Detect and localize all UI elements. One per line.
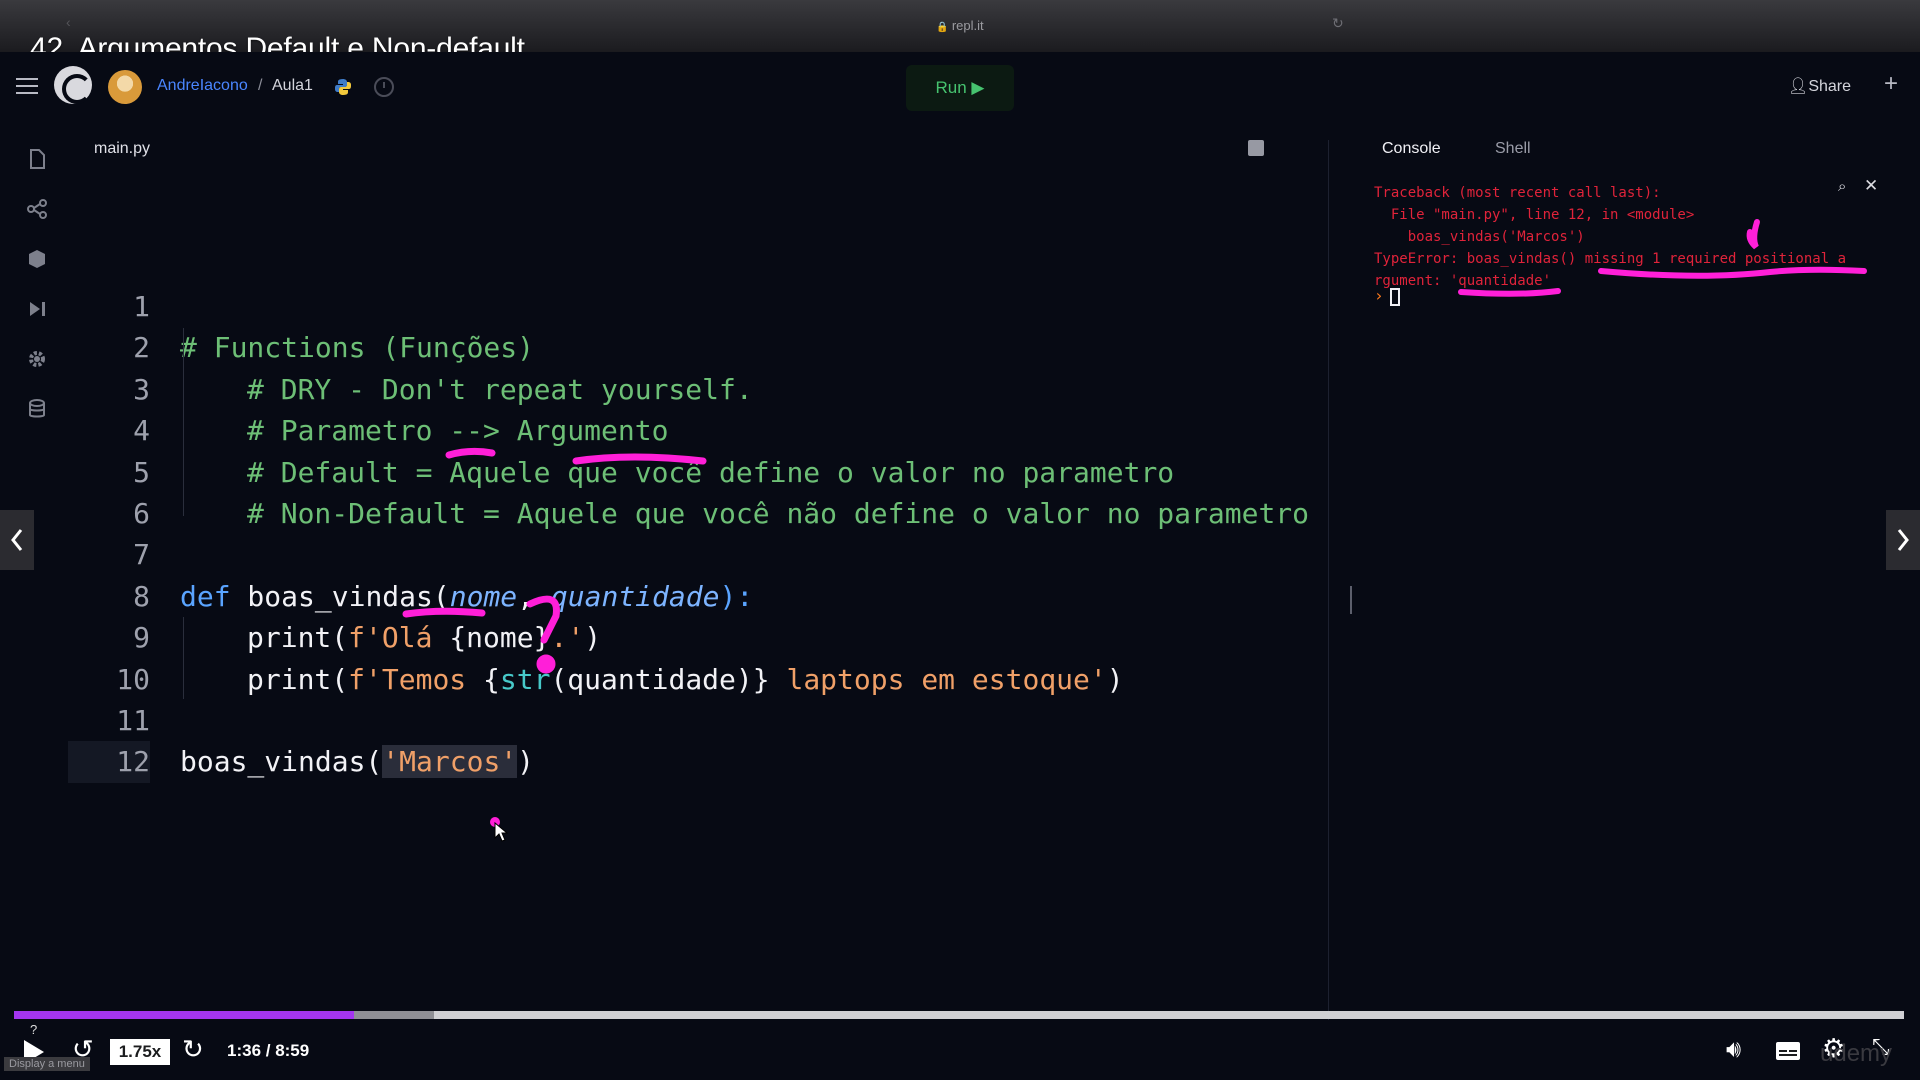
browser-url-text: repl.it (951, 18, 984, 33)
code-function-name: boas_vindas( (230, 579, 450, 613)
line-number: 2 (133, 331, 150, 365)
avatar[interactable] (108, 70, 142, 104)
files-icon[interactable] (26, 148, 48, 170)
line-number: 3 (133, 372, 150, 406)
console-pane: Console Shell ⌕ ✕ Traceback (most recent… (1330, 120, 1920, 1000)
code-comment: # Non-Default = Aquele que você não defi… (247, 496, 1310, 530)
line-number: 11 (116, 703, 150, 737)
progress-played (14, 1011, 355, 1019)
code-fstring: f'Olá (348, 621, 450, 655)
code-call-line: boas_vindas('Marcos') (180, 741, 534, 782)
captions-icon[interactable] (1775, 1041, 1801, 1061)
code-close-paren: ) (1106, 662, 1124, 696)
left-rail (0, 120, 70, 820)
code-def-end: ): (719, 579, 754, 613)
code-separator: , (517, 579, 551, 613)
code-comment: # DRY - Don't repeat yourself. (247, 372, 753, 406)
replit-header: AndreIacono / Aula1 Run ▶ 👤︎Share + (0, 52, 1920, 120)
code-param-quantidade: quantidade (550, 579, 720, 613)
breadcrumb-repl-name[interactable]: Aula1 (272, 77, 313, 95)
close-icon[interactable]: ✕ (1864, 176, 1878, 196)
code-expr: {nome} (449, 621, 551, 655)
console-output: Traceback (most recent call last): File … (1374, 185, 1847, 289)
lock-icon: 🔒 (936, 22, 949, 33)
line-number: 10 (116, 662, 150, 696)
code-keyword: def (180, 579, 231, 613)
breadcrumb-separator: / (258, 77, 263, 94)
code-fstring-tail: .' (550, 621, 585, 655)
previous-lecture-button[interactable] (0, 510, 34, 570)
code-builtin-str: str (499, 662, 551, 696)
forward-icon[interactable]: ↻ (182, 1034, 204, 1065)
file-tab-main[interactable]: main.py (94, 140, 150, 158)
plus-icon[interactable]: + (1884, 70, 1898, 98)
code-fstring-tail: laptops em estoque' (769, 662, 1107, 696)
code-close-paren: ) (517, 745, 535, 779)
line-number: 4 (133, 414, 150, 448)
code-def-line: def boas_vindas(nome, quantidade): (180, 576, 753, 617)
code-comment: # Functions (Funções) (180, 331, 535, 365)
indent-guide (183, 617, 184, 699)
breadcrumb-user[interactable]: AndreIacono (157, 77, 248, 95)
person-plus-icon: 👤︎ (1788, 78, 1809, 95)
pane-divider[interactable] (1328, 140, 1329, 1020)
python-icon (335, 79, 351, 95)
code-print-line: print(f'Olá {nome}.') (247, 617, 601, 658)
line-number: 8 (133, 579, 150, 613)
code-arg-marcos: 'Marcos' (382, 745, 518, 779)
code-comment: # Default = Aquele que você define o val… (247, 455, 1175, 489)
editor-menu-icon[interactable] (1248, 140, 1264, 156)
volume-icon[interactable]: 🔊︎ (1726, 1036, 1741, 1064)
video-progress-bar[interactable] (14, 1011, 1904, 1019)
hamburger-menu-icon[interactable] (16, 78, 38, 94)
code-editor[interactable]: main.py 1 2 # Functions (Funções) 3 # DRY … (68, 120, 1328, 1000)
line-number: 5 (133, 455, 150, 489)
tab-shell[interactable]: Shell (1495, 140, 1531, 158)
browser-url[interactable]: 🔒 repl.it (0, 18, 1920, 33)
playback-speed-button[interactable]: 1.75x (110, 1039, 170, 1065)
line-number-active: 12 (68, 741, 150, 783)
settings-gear-icon[interactable] (26, 348, 48, 370)
code-close-paren: ) (584, 621, 602, 655)
menu-tooltip: Display a menu (4, 1057, 90, 1071)
code-call: boas_vindas( (180, 745, 383, 779)
reload-icon[interactable]: ↻ (1332, 15, 1344, 32)
line-number: 7 (133, 538, 150, 572)
indent-guide (183, 328, 184, 516)
share-nodes-icon[interactable] (26, 198, 48, 220)
code-print-line: print(f'Temos {str(quantidade)} laptops … (247, 659, 1124, 700)
share-button[interactable]: 👤︎Share (1788, 76, 1851, 96)
udemy-watermark: udemy (1820, 1040, 1893, 1067)
time-display: 1:36 / 8:59 (227, 1041, 310, 1060)
code-expr: (quantidade)} (550, 662, 770, 696)
tab-console[interactable]: Console (1382, 140, 1441, 158)
code-fstring: f'Temos (348, 662, 484, 696)
code-brace: { (483, 662, 500, 696)
video-controls: ↺ 1.75x ↻ 1:36 / 8:59 🔊︎ ⚙︎ ⤡ (0, 1030, 1920, 1080)
debugger-icon[interactable] (26, 298, 48, 320)
code-param-nome: nome (449, 579, 518, 613)
next-lecture-button[interactable] (1886, 510, 1920, 570)
run-button[interactable]: Run ▶ (906, 65, 1014, 111)
console-cursor[interactable] (1390, 288, 1400, 306)
line-number: 9 (133, 621, 150, 655)
history-icon[interactable] (374, 77, 394, 97)
console-prompt: › (1374, 286, 1384, 305)
line-number: 6 (133, 496, 150, 530)
code-print: print( (247, 662, 349, 696)
share-label: Share (1808, 78, 1852, 95)
packages-icon[interactable] (26, 248, 48, 270)
replit-logo[interactable] (54, 66, 92, 104)
code-print: print( (247, 621, 349, 655)
code-comment: # Parametro --> Argumento (247, 414, 669, 448)
line-number: 1 (133, 290, 150, 323)
database-icon[interactable] (26, 398, 48, 420)
